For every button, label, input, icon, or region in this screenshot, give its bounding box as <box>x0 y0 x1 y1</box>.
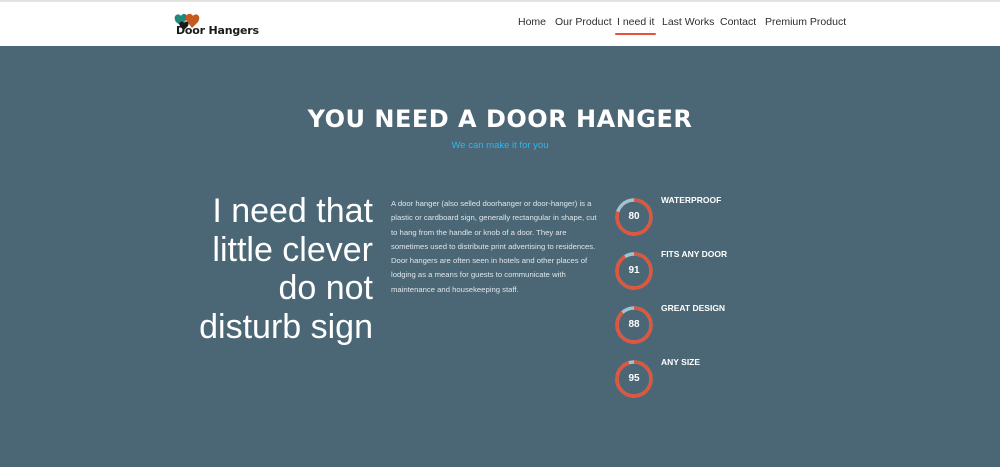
quote-line: do not <box>278 269 373 307</box>
skill-value: 88 <box>628 319 640 330</box>
skill-value: 80 <box>628 211 640 222</box>
section-subtitle: We can make it for you <box>451 140 549 151</box>
quote-heading: I need that little clever do not disturb… <box>113 192 373 346</box>
skill-value: 95 <box>628 373 640 384</box>
skill-value: 91 <box>628 265 640 276</box>
quote-line: disturb sign <box>199 307 373 346</box>
skill-label: GREAT DESIGN <box>661 303 726 313</box>
skill-fits-any-door: 91 FITS ANY DOOR <box>614 249 814 291</box>
nav-item-premium-product[interactable]: Premium Product <box>765 16 846 28</box>
nav-item-last-works[interactable]: Last Works <box>662 16 714 28</box>
skill-label: FITS ANY DOOR <box>661 249 728 259</box>
quote-line: I need that <box>212 192 373 230</box>
nav-item-i-need-it[interactable]: I need it <box>614 16 657 35</box>
skill-label: WATERPROOF <box>661 195 722 205</box>
skill-any-size: 95 ANY SIZE <box>614 357 814 399</box>
description-text: A door hanger (also selled doorhanger or… <box>391 199 597 294</box>
nav-item-our-product[interactable]: Our Product <box>555 16 612 28</box>
quote-line: little clever <box>212 230 373 269</box>
hero-section: YOU NEED A DOOR HANGER We can make it fo… <box>0 46 1000 467</box>
nav-item-home[interactable]: Home <box>518 16 546 28</box>
main-nav: Home Our Product I need it Last Works Co… <box>0 16 1000 36</box>
nav-item-contact[interactable]: Contact <box>720 16 756 28</box>
skill-great-design: 88 GREAT DESIGN <box>614 303 814 345</box>
site-header: Door Hangers Home Our Product I need it … <box>0 2 1000 46</box>
skill-label: ANY SIZE <box>661 357 701 367</box>
section-title: YOU NEED A DOOR HANGER <box>307 105 693 133</box>
skill-waterproof: 80 WATERPROOF <box>614 195 814 237</box>
